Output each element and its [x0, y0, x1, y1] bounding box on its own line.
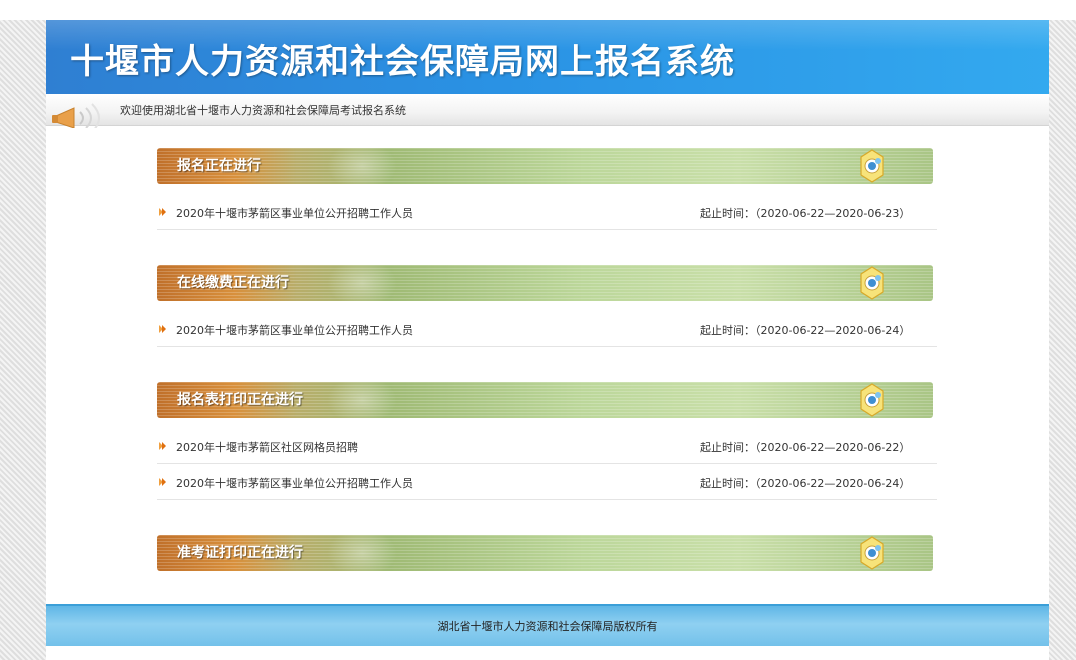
- gear-icon: [860, 536, 884, 570]
- bullet-arrow-icon: [159, 478, 166, 486]
- section-title: 准考证打印正在进行: [177, 545, 303, 561]
- notice-link[interactable]: 2020年十堰市茅箭区事业单位公开招聘工作人员: [176, 475, 413, 491]
- list-item: 2020年十堰市茅箭区社区网格员招聘 起止时间：（2020-06-22—2020…: [157, 428, 937, 464]
- section-header-decoration: [327, 148, 397, 184]
- page-container: 十堰市人力资源和社会保障局网上报名系统 欢迎使用湖北省十堰市人力资源和社会保障局…: [46, 20, 1049, 660]
- section-header-decoration: [327, 265, 397, 301]
- notice-link[interactable]: 2020年十堰市茅箭区社区网格员招聘: [176, 439, 358, 455]
- site-banner: 十堰市人力资源和社会保障局网上报名系统: [46, 20, 1049, 94]
- bullet-arrow-icon: [159, 325, 166, 333]
- notice-link[interactable]: 2020年十堰市茅箭区事业单位公开招聘工作人员: [176, 322, 413, 338]
- bullet-arrow-icon: [159, 442, 166, 450]
- section-items: 2020年十堰市茅箭区事业单位公开招聘工作人员 起止时间：（2020-06-22…: [157, 311, 937, 347]
- bullet-arrow-icon: [159, 208, 166, 216]
- section-header-decoration: [327, 382, 397, 418]
- section-header: 报名正在进行: [157, 148, 933, 184]
- welcome-text: 欢迎使用湖北省十堰市人力资源和社会保障局考试报名系统: [120, 104, 406, 117]
- section-title: 在线缴费正在进行: [177, 275, 289, 291]
- notice-date: 起止时间：（2020-06-22—2020-06-23）: [700, 207, 911, 220]
- top-strip: [0, 0, 1076, 20]
- notice-section: 准考证打印正在进行: [157, 535, 937, 571]
- section-title: 报名表打印正在进行: [177, 392, 303, 408]
- footer-copyright: 湖北省十堰市人力资源和社会保障局版权所有: [437, 620, 658, 633]
- notice-section: 报名表打印正在进行 2020年十堰市茅箭区社区网格员招聘 起止时间：（2020-…: [157, 382, 937, 500]
- gear-icon: [860, 266, 884, 300]
- section-header: 准考证打印正在进行: [157, 535, 933, 571]
- list-item: 2020年十堰市茅箭区事业单位公开招聘工作人员 起止时间：（2020-06-22…: [157, 464, 937, 500]
- list-item: 2020年十堰市茅箭区事业单位公开招聘工作人员 起止时间：（2020-06-22…: [157, 194, 937, 230]
- horn-icon: [52, 103, 100, 128]
- section-items: 2020年十堰市茅箭区社区网格员招聘 起止时间：（2020-06-22—2020…: [157, 428, 937, 500]
- notice-link[interactable]: 2020年十堰市茅箭区事业单位公开招聘工作人员: [176, 205, 413, 221]
- gear-icon: [860, 383, 884, 417]
- gear-icon: [860, 149, 884, 183]
- notice-date: 起止时间：（2020-06-22—2020-06-24）: [700, 324, 911, 337]
- notice-sections: 报名正在进行 2020年十堰市茅箭区事业单位公开招聘工作人员 起止时间：（202…: [157, 148, 937, 571]
- section-header: 在线缴费正在进行: [157, 265, 933, 301]
- section-header-decoration: [327, 535, 397, 571]
- notice-date: 起止时间：（2020-06-22—2020-06-22）: [700, 441, 911, 454]
- section-header: 报名表打印正在进行: [157, 382, 933, 418]
- notice-section: 在线缴费正在进行 2020年十堰市茅箭区事业单位公开招聘工作人员 起止时间：（2…: [157, 265, 937, 347]
- footer: 湖北省十堰市人力资源和社会保障局版权所有: [46, 604, 1049, 646]
- notice-date: 起止时间：（2020-06-22—2020-06-24）: [700, 477, 911, 490]
- section-items: 2020年十堰市茅箭区事业单位公开招聘工作人员 起止时间：（2020-06-22…: [157, 194, 937, 230]
- section-title: 报名正在进行: [177, 158, 261, 174]
- notice-section: 报名正在进行 2020年十堰市茅箭区事业单位公开招聘工作人员 起止时间：（202…: [157, 148, 937, 230]
- welcome-bar: 欢迎使用湖北省十堰市人力资源和社会保障局考试报名系统: [46, 94, 1049, 128]
- site-title: 十堰市人力资源和社会保障局网上报名系统: [70, 42, 735, 82]
- list-item: 2020年十堰市茅箭区事业单位公开招聘工作人员 起止时间：（2020-06-22…: [157, 311, 937, 347]
